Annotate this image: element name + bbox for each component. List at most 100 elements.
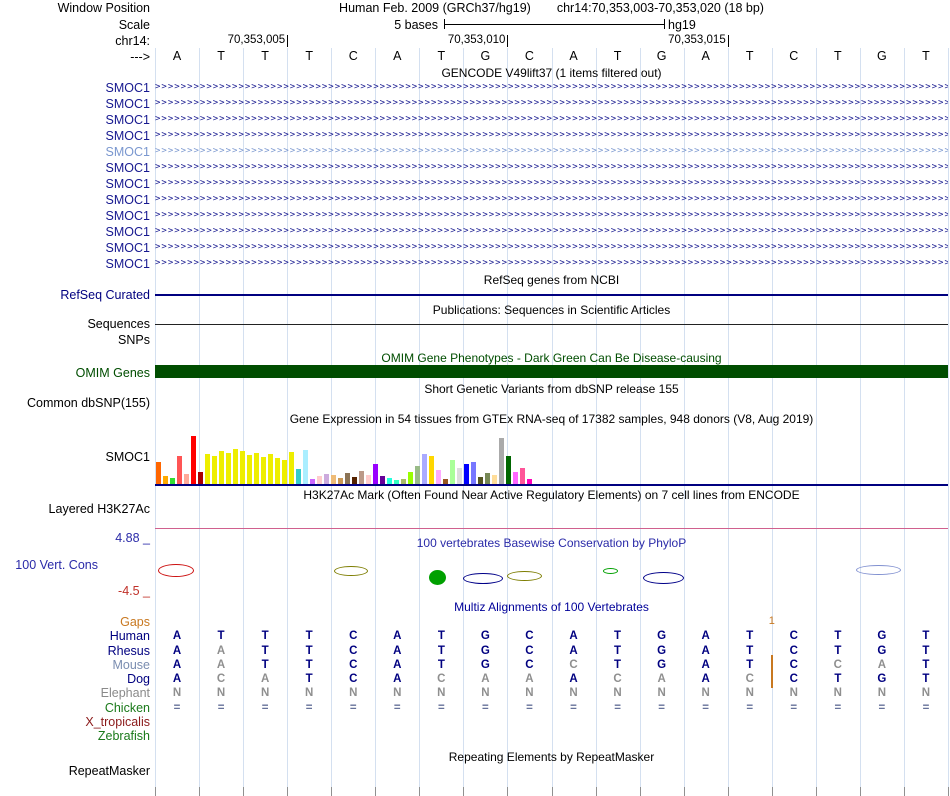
gene-label[interactable]: SMOC1 bbox=[0, 145, 150, 159]
gtex-expression-bar[interactable] bbox=[499, 438, 504, 484]
gtex-expression-bar[interactable] bbox=[324, 474, 329, 484]
gene-row[interactable]: SMOC1 >>>>>>>>>>>>>>>>>>>>>>>>>>>>>>>>>>>… bbox=[0, 80, 950, 96]
gtex-expression-bar[interactable] bbox=[478, 477, 483, 484]
gtex-expression-bar[interactable] bbox=[471, 462, 476, 484]
multiz-species-row[interactable]: Dog A C A T C A C A A A C A A C C T G T bbox=[0, 672, 950, 686]
aligned-base: T bbox=[834, 644, 842, 657]
multiz-species-row[interactable]: Mouse A A T T C A T G C C T G A T C C A T bbox=[0, 658, 950, 672]
sequences-label[interactable]: Sequences bbox=[0, 317, 150, 331]
gtex-expression-bar[interactable] bbox=[436, 470, 441, 484]
gtex-expression-bar[interactable] bbox=[275, 458, 280, 484]
gtex-expression-bar[interactable] bbox=[205, 454, 210, 484]
coordinate-label: 70,353,010 bbox=[447, 34, 506, 46]
gtex-expression-bar[interactable] bbox=[296, 469, 301, 484]
phylop-label[interactable]: 100 Vert. Cons bbox=[0, 558, 98, 572]
multiz-species-row[interactable]: Chicken = = = = = = = = = = = = = = = = = = bbox=[0, 701, 950, 715]
gtex-expression-bar[interactable] bbox=[457, 468, 462, 484]
gtex-expression-bar[interactable] bbox=[303, 450, 308, 484]
gtex-expression-bar[interactable] bbox=[359, 471, 364, 484]
gtex-expression-bar[interactable] bbox=[450, 460, 455, 484]
gtex-expression-bar[interactable] bbox=[282, 460, 287, 484]
ruler-tick bbox=[595, 787, 597, 796]
multiz-alignment[interactable]: Gaps 1 Human A T T T C A T G C A T G A T C T G T Rhesus A A T T C A… bbox=[0, 615, 950, 747]
gene-row[interactable]: SMOC1 >>>>>>>>>>>>>>>>>>>>>>>>>>>>>>>>>>>… bbox=[0, 240, 950, 256]
gene-row[interactable]: SMOC1 >>>>>>>>>>>>>>>>>>>>>>>>>>>>>>>>>>>… bbox=[0, 256, 950, 272]
gene-row[interactable]: SMOC1 >>>>>>>>>>>>>>>>>>>>>>>>>>>>>>>>>>>… bbox=[0, 128, 950, 144]
refseq-curated-label[interactable]: RefSeq Curated bbox=[0, 288, 150, 302]
gene-row[interactable]: SMOC1 >>>>>>>>>>>>>>>>>>>>>>>>>>>>>>>>>>>… bbox=[0, 96, 950, 112]
gtex-expression-bar[interactable] bbox=[464, 464, 469, 484]
gene-row[interactable]: SMOC1 >>>>>>>>>>>>>>>>>>>>>>>>>>>>>>>>>>>… bbox=[0, 176, 950, 192]
coordinate-ruler[interactable]: 70,353,005 70,353,010 70,353,015 bbox=[155, 34, 948, 49]
gtex-expression-bar[interactable] bbox=[415, 466, 420, 484]
gtex-expression-bar[interactable] bbox=[156, 462, 161, 484]
gtex-expression-bar[interactable] bbox=[422, 454, 427, 484]
gene-row[interactable]: SMOC1 >>>>>>>>>>>>>>>>>>>>>>>>>>>>>>>>>>>… bbox=[0, 208, 950, 224]
gtex-expression-bar[interactable] bbox=[219, 451, 224, 484]
gene-label[interactable]: SMOC1 bbox=[0, 97, 150, 111]
gene-row[interactable]: SMOC1 >>>>>>>>>>>>>>>>>>>>>>>>>>>>>>>>>>>… bbox=[0, 224, 950, 240]
gene-label[interactable]: SMOC1 bbox=[0, 257, 150, 271]
gtex-expression-bar[interactable] bbox=[366, 475, 371, 484]
gene-label[interactable]: SMOC1 bbox=[0, 81, 150, 95]
gencode-gene-rows[interactable]: SMOC1 >>>>>>>>>>>>>>>>>>>>>>>>>>>>>>>>>>>… bbox=[0, 80, 950, 273]
gtex-expression-bar[interactable] bbox=[317, 476, 322, 484]
gtex-expression-bar[interactable] bbox=[233, 449, 238, 484]
gene-label[interactable]: SMOC1 bbox=[0, 177, 150, 191]
multiz-species-row[interactable]: Rhesus A A T T C A T G C A T G A T C T G T bbox=[0, 644, 950, 658]
gtex-expression-bar[interactable] bbox=[408, 472, 413, 484]
gtex-expression-bar[interactable] bbox=[177, 456, 182, 484]
gtex-expression-bar[interactable] bbox=[331, 475, 336, 484]
gene-label[interactable]: SMOC1 bbox=[0, 225, 150, 239]
gene-row[interactable]: SMOC1 >>>>>>>>>>>>>>>>>>>>>>>>>>>>>>>>>>>… bbox=[0, 112, 950, 128]
gene-label[interactable]: SMOC1 bbox=[0, 113, 150, 127]
gtex-expression-bar[interactable] bbox=[485, 473, 490, 484]
multiz-species-row[interactable]: X_tropicalis bbox=[0, 715, 950, 729]
gene-row[interactable]: SMOC1 >>>>>>>>>>>>>>>>>>>>>>>>>>>>>>>>>>>… bbox=[0, 144, 950, 160]
omim-genes-label[interactable]: OMIM Genes bbox=[0, 366, 150, 380]
refseq-curated-track[interactable] bbox=[155, 294, 948, 296]
snps-label[interactable]: SNPs bbox=[0, 333, 150, 347]
gtex-expression-bar[interactable] bbox=[254, 453, 259, 484]
multiz-species-row[interactable]: Human A T T T C A T G C A T G A T C T G T bbox=[0, 629, 950, 643]
gtex-expression-bar[interactable] bbox=[191, 436, 196, 484]
aligned-base: N bbox=[260, 687, 270, 700]
dbsnp-label[interactable]: Common dbSNP(155) bbox=[0, 396, 150, 410]
gtex-expression-bar[interactable] bbox=[289, 452, 294, 484]
aligned-base: A bbox=[701, 673, 710, 685]
gene-label[interactable]: SMOC1 bbox=[0, 241, 150, 255]
gene-label[interactable]: SMOC1 bbox=[0, 161, 150, 175]
gtex-bar-chart[interactable] bbox=[155, 432, 948, 484]
gtex-expression-bar[interactable] bbox=[184, 474, 189, 484]
gtex-expression-bar[interactable] bbox=[373, 464, 378, 484]
gtex-expression-bar[interactable] bbox=[212, 456, 217, 484]
gtex-expression-bar[interactable] bbox=[261, 457, 266, 484]
gtex-expression-bar[interactable] bbox=[429, 456, 434, 484]
gtex-gene-label[interactable]: SMOC1 bbox=[0, 450, 150, 464]
gtex-expression-bar[interactable] bbox=[247, 455, 252, 484]
gtex-expression-bar[interactable] bbox=[492, 475, 497, 484]
h3k27ac-track[interactable] bbox=[155, 528, 948, 529]
gtex-expression-bar[interactable] bbox=[520, 468, 525, 484]
gtex-expression-bar[interactable] bbox=[198, 472, 203, 484]
gtex-expression-bar[interactable] bbox=[163, 476, 168, 484]
multiz-species-row[interactable]: Elephant N N N N N N N N N N N N N N N N N N bbox=[0, 686, 950, 700]
gene-label[interactable]: SMOC1 bbox=[0, 209, 150, 223]
gene-label[interactable]: SMOC1 bbox=[0, 193, 150, 207]
gene-label[interactable]: SMOC1 bbox=[0, 129, 150, 143]
gtex-expression-bar[interactable] bbox=[506, 456, 511, 484]
gtex-expression-bar[interactable] bbox=[352, 477, 357, 484]
gene-row[interactable]: SMOC1 >>>>>>>>>>>>>>>>>>>>>>>>>>>>>>>>>>>… bbox=[0, 160, 950, 176]
h3k27ac-label[interactable]: Layered H3K27Ac bbox=[0, 502, 150, 516]
repeatmasker-label[interactable]: RepeatMasker bbox=[0, 764, 150, 778]
gtex-expression-bar[interactable] bbox=[513, 472, 518, 484]
gtex-expression-bar[interactable] bbox=[268, 454, 273, 484]
gtex-expression-bar[interactable] bbox=[380, 476, 385, 484]
publications-track[interactable] bbox=[155, 324, 948, 325]
gtex-expression-bar[interactable] bbox=[240, 451, 245, 484]
gtex-expression-bar[interactable] bbox=[345, 473, 350, 484]
omim-gene-bar[interactable] bbox=[155, 365, 948, 378]
multiz-species-row[interactable]: Zebrafish bbox=[0, 729, 950, 743]
gene-row[interactable]: SMOC1 >>>>>>>>>>>>>>>>>>>>>>>>>>>>>>>>>>>… bbox=[0, 192, 950, 208]
gtex-expression-bar[interactable] bbox=[226, 453, 231, 484]
